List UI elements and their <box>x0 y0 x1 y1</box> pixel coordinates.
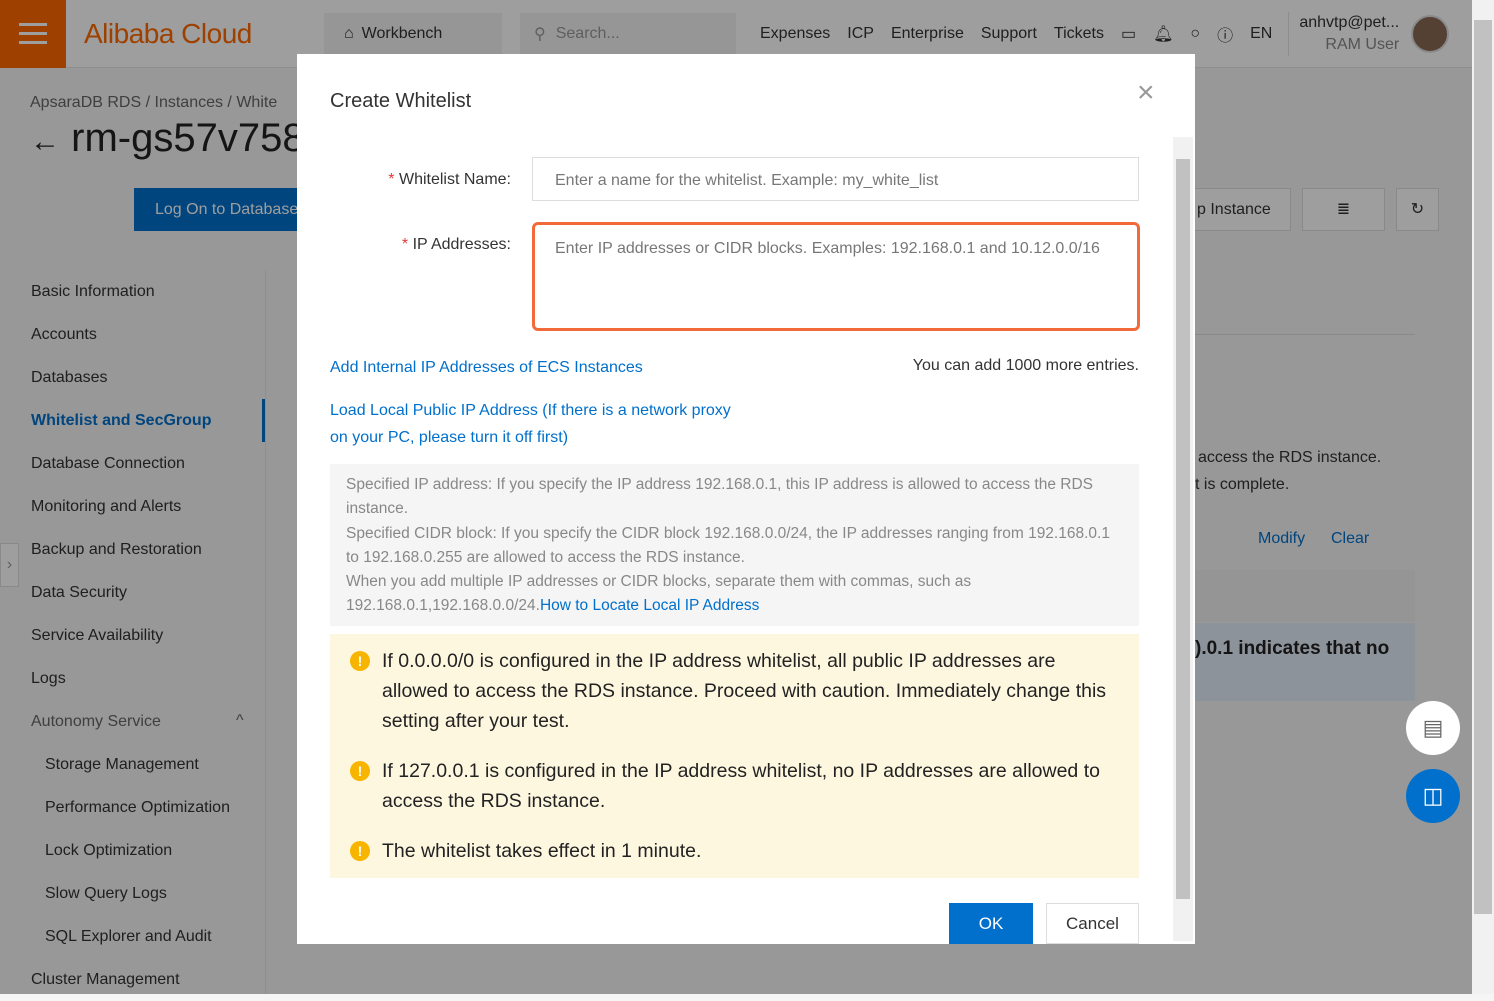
ok-button[interactable]: OK <box>949 903 1033 944</box>
warning-item: ! If 127.0.0.1 is configured in the IP ad… <box>350 756 1119 816</box>
info-box: Specified IP address: If you specify the… <box>330 464 1139 626</box>
info-ip: Specified IP address: If you specify the… <box>346 476 1094 518</box>
warning-item: ! If 0.0.0.0/0 is configured in the IP ad… <box>350 646 1119 736</box>
whitelist-name-input[interactable]: Enter a name for the whitelist. Example:… <box>532 157 1139 201</box>
warning-item: ! The whitelist takes effect in 1 minute. <box>350 836 1119 866</box>
locate-ip-link[interactable]: How to Locate Local IP Address <box>540 597 759 614</box>
ip-addresses-label: * IP Addresses: <box>401 236 511 253</box>
info-multiple: When you add multiple IP addresses or CI… <box>346 573 972 615</box>
whitelist-name-label: * Whitelist Name: <box>388 171 511 188</box>
warning-icon: ! <box>350 841 370 861</box>
dialog-scrollbar[interactable] <box>1173 137 1193 941</box>
remaining-entries: You can add 1000 more entries. <box>912 357 1139 374</box>
apps-icon[interactable]: ◫ <box>1406 769 1460 823</box>
info-cidr: Specified CIDR block: If you specify the… <box>346 524 1110 566</box>
warning-icon: ! <box>350 761 370 781</box>
chat-icon[interactable]: ▤ <box>1406 701 1460 755</box>
cancel-button[interactable]: Cancel <box>1046 903 1139 944</box>
add-ecs-ip-link[interactable]: Add Internal IP Addresses of ECS Instanc… <box>330 354 643 381</box>
close-icon[interactable]: × <box>1137 76 1155 110</box>
page-scrollbar[interactable] <box>1472 0 1494 994</box>
warning-box: ! If 0.0.0.0/0 is configured in the IP ad… <box>330 634 1139 878</box>
ip-addresses-textarea[interactable]: Enter IP addresses or CIDR blocks. Examp… <box>532 222 1140 331</box>
warning-icon: ! <box>350 651 370 671</box>
load-local-ip-link[interactable]: Load Local Public IP Address (If there i… <box>330 397 740 451</box>
create-whitelist-dialog: Create Whitelist × * Whitelist Name: Ent… <box>297 54 1195 944</box>
dialog-title: Create Whitelist <box>330 90 472 112</box>
